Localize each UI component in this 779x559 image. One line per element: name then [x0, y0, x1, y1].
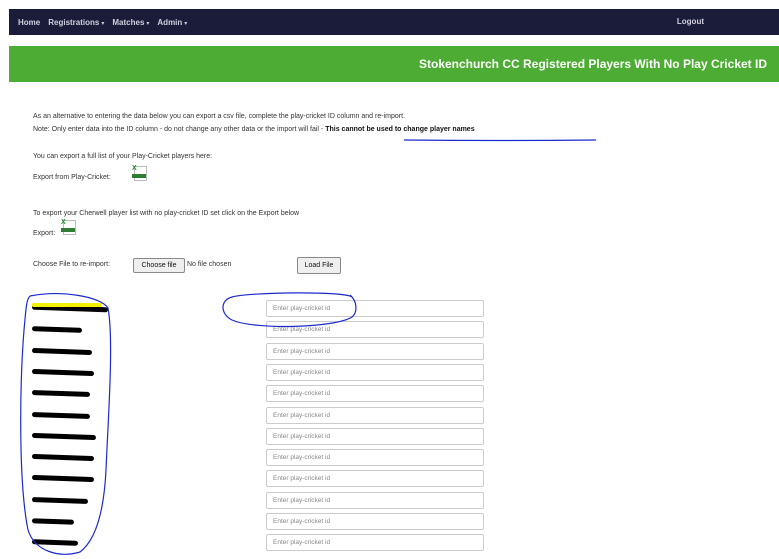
circle-annotation [222, 292, 357, 328]
lasso-annotation [20, 293, 112, 555]
underline-annotation [403, 139, 597, 142]
annotation-layer [20, 139, 597, 555]
